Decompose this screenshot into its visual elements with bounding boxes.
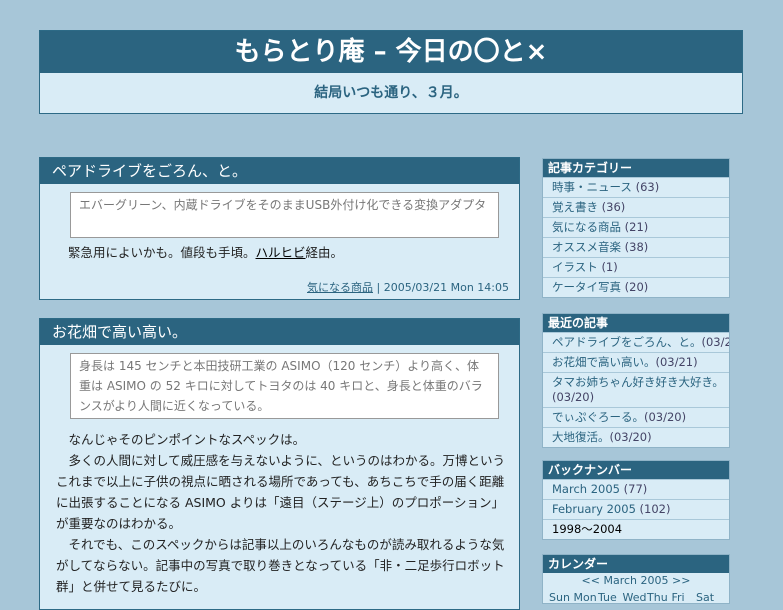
recent-item[interactable]: でぃぷぐろーる。(03/20) (543, 407, 729, 427)
widget-heading: 最近の記事 (543, 314, 729, 332)
recent-label[interactable]: お花畑で高い高い。 (552, 355, 656, 369)
category-label[interactable]: 覚え書き (552, 200, 598, 214)
calendar-widget: カレンダー << March 2005 >> Sun Mon Tue Wed T… (542, 554, 730, 604)
category-count: (21) (624, 220, 649, 234)
blog-title[interactable]: もらとり庵 – 今日の〇と× (40, 31, 742, 73)
weekday: Mon (573, 591, 597, 604)
category-label[interactable]: 時事・ニュース (552, 180, 632, 194)
paragraph: それでも、このスペックからは記事以上のいろんなものが読み取れるような気がしてなら… (56, 537, 505, 594)
category-label[interactable]: 気になる商品 (552, 220, 621, 234)
recent-label[interactable]: 大地復活。 (552, 430, 610, 444)
category-item[interactable]: イラスト (1) (543, 257, 729, 277)
category-item[interactable]: ケータイ写真 (20) (543, 277, 729, 297)
recent-label[interactable]: ペアドライブをごろん、と。 (552, 335, 702, 349)
archive-item[interactable]: March 2005 (77) (543, 479, 729, 499)
recent-label[interactable]: タマお姉ちゃん好き好き大好き。 (552, 375, 724, 389)
category-label[interactable]: オススメ音楽 (552, 240, 621, 254)
widget-heading: カレンダー (543, 555, 729, 573)
post-body: 緊急用によいかも。値段も手頃。ハルヒビ経由。 (40, 242, 519, 263)
recent-posts-widget: 最近の記事 ペアドライブをごろん、と。(03/21) お花畑で高い高い。(03/… (542, 313, 730, 448)
recent-item[interactable]: ペアドライブをごろん、と。(03/21) (543, 332, 729, 352)
category-item[interactable]: 気になる商品 (21) (543, 217, 729, 237)
category-count: (1) (601, 260, 618, 274)
post-body: なんじゃそのピンポイントなスペックは。 多くの人間に対して威圧感を与えないように… (40, 429, 519, 597)
recent-date: (03/20) (552, 390, 595, 404)
recent-item[interactable]: お花畑で高い高い。(03/21) (543, 352, 729, 372)
paragraph: 多くの人間に対して威圧感を与えないように、というのはわかる。万博というこれまで以… (56, 453, 506, 531)
weekday: Fri (671, 591, 685, 604)
archive-item[interactable]: 1998〜2004 (543, 519, 729, 539)
post-category-link[interactable]: 気になる商品 (307, 281, 373, 294)
blog-header: もらとり庵 – 今日の〇と× 結局いつも通り、３月。 (39, 30, 743, 114)
archive-label[interactable]: March 2005 (552, 482, 620, 496)
widget-heading: 記事カテゴリー (543, 159, 729, 177)
category-item[interactable]: 時事・ニュース (63) (543, 177, 729, 197)
category-count: (20) (624, 280, 649, 294)
source-link[interactable]: ハルヒビ (256, 245, 306, 260)
post-quote: エバーグリーン、内蔵ドライブをそのままUSB外付け化できる変換アダプタ (70, 192, 499, 238)
widget-heading: バックナンバー (543, 461, 729, 479)
recent-item[interactable]: タマお姉ちゃん好き好き大好き。 (03/20) (543, 372, 729, 407)
categories-widget: 記事カテゴリー 時事・ニュース (63) 覚え書き (36) 気になる商品 (2… (542, 158, 730, 298)
post-1: ペアドライブをごろん、と。 エバーグリーン、内蔵ドライブをそのままUSB外付け化… (39, 157, 520, 300)
body-text-after: 経由。 (305, 245, 344, 260)
recent-date: (03/21) (655, 355, 698, 369)
category-count: (63) (635, 180, 660, 194)
category-count: (38) (624, 240, 649, 254)
post-footer: 気になる商品 | 2005/03/21 Mon 14:05 (307, 281, 509, 294)
paragraph: なんじゃそのピンポイントなスペックは。 (68, 432, 306, 447)
archive-widget: バックナンバー March 2005 (77) February 2005 (1… (542, 460, 730, 540)
blog-subtitle: 結局いつも通り、３月。 (40, 73, 742, 113)
category-item[interactable]: 覚え書き (36) (543, 197, 729, 217)
weekday: Sat (696, 591, 715, 604)
prev-month-link[interactable]: << (582, 574, 600, 587)
weekday: Tue (598, 591, 617, 604)
recent-item[interactable]: 大地復活。(03/20) (543, 427, 729, 447)
calendar-weekdays: Sun Mon Tue Wed Thu Fri Sat (543, 589, 729, 607)
body-text: 緊急用によいかも。値段も手頃。 (68, 245, 256, 260)
recent-date: (03/20) (609, 430, 652, 444)
category-count: (36) (601, 200, 626, 214)
archive-label[interactable]: February 2005 (552, 502, 636, 516)
calendar-nav: << March 2005 >> (543, 573, 729, 589)
calendar-month: March 2005 (603, 574, 669, 587)
post-title[interactable]: ペアドライブをごろん、と。 (40, 158, 519, 184)
archive-count: (102) (639, 502, 671, 516)
category-label[interactable]: ケータイ写真 (552, 280, 621, 294)
next-month-link[interactable]: >> (672, 574, 690, 587)
recent-date: (03/21) (701, 335, 730, 349)
post-quote: 身長は 145 センチと本田技研工業の ASIMO（120 センチ）より高く、体… (70, 353, 499, 419)
recent-label[interactable]: でぃぷぐろーる。 (552, 410, 644, 424)
weekday: Wed (622, 591, 647, 604)
weekday: Thu (647, 591, 668, 604)
post-title[interactable]: お花畑で高い高い。 (40, 319, 519, 345)
weekday: Sun (549, 591, 570, 604)
category-item[interactable]: オススメ音楽 (38) (543, 237, 729, 257)
category-label[interactable]: イラスト (552, 260, 598, 274)
recent-date: (03/20) (644, 410, 687, 424)
archive-count: (77) (623, 482, 648, 496)
post-2: お花畑で高い高い。 身長は 145 センチと本田技研工業の ASIMO（120 … (39, 318, 520, 610)
archive-label[interactable]: 1998〜2004 (552, 522, 622, 536)
post-date: 2005/03/21 Mon 14:05 (383, 281, 509, 294)
archive-item[interactable]: February 2005 (102) (543, 499, 729, 519)
